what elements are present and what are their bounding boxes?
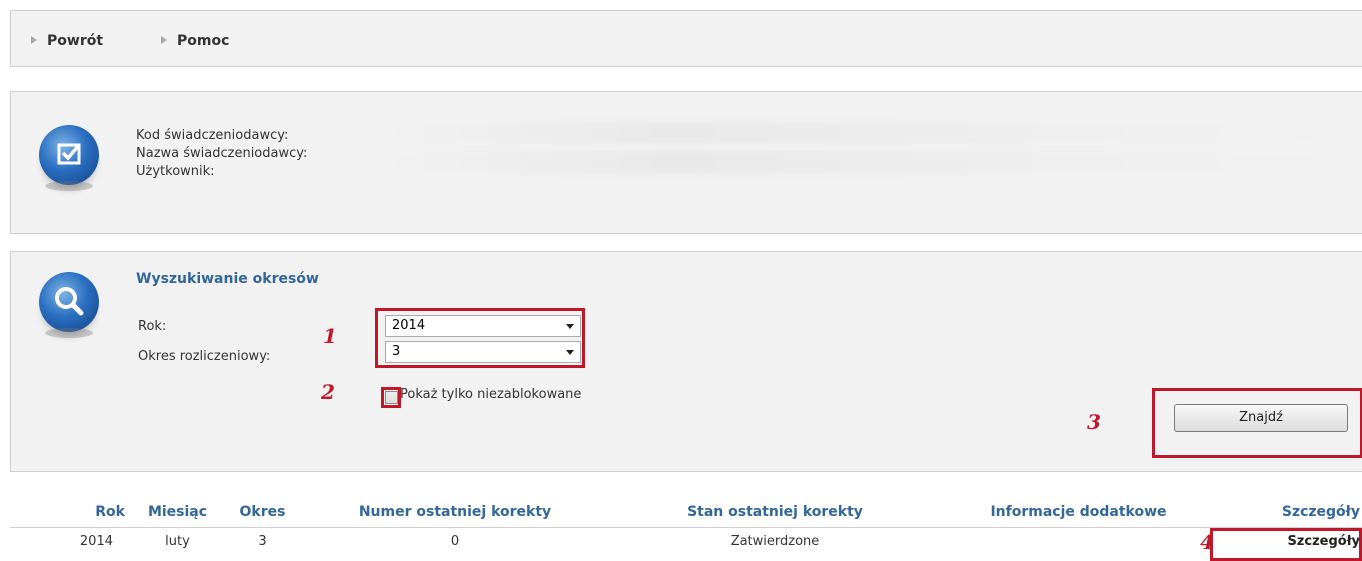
redacted-code	[381, 122, 1341, 144]
cell-additional-info: 4	[945, 527, 1212, 555]
col-header-month: Miesiąc	[135, 497, 220, 527]
col-header-additional-info: Informacje dodatkowe	[945, 497, 1212, 527]
cell-year: 2014	[10, 527, 135, 555]
chevron-down-icon	[566, 350, 574, 355]
find-button[interactable]: Znajdź	[1174, 404, 1348, 432]
unlocked-only-checkbox[interactable]	[385, 391, 398, 404]
results-table: Rok Miesiąc Okres Numer ostatniej korekt…	[10, 497, 1362, 555]
highlight-box-4	[1210, 528, 1362, 561]
redacted-name	[381, 150, 1341, 174]
nav-back-link[interactable]: Powrót	[31, 33, 103, 49]
search-panel: Wyszukiwanie okresów Rok: Okres rozlicze…	[10, 251, 1362, 472]
col-header-year: Rok	[10, 497, 135, 527]
arrow-right-icon	[31, 36, 37, 44]
search-title: Wyszukiwanie okresów	[136, 271, 319, 287]
period-select[interactable]: 3	[385, 341, 581, 363]
annotation-number-2: 2	[321, 380, 335, 404]
period-label: Okres rozliczeniowy:	[138, 349, 270, 364]
cell-month: luty	[135, 527, 220, 555]
year-label: Rok:	[138, 319, 166, 334]
checkbox-label: Pokaż tylko niezablokowane	[400, 387, 581, 402]
annotation-number-3: 3	[1087, 410, 1101, 434]
provider-info-panel: Kod świadczeniodawcy: Nazwa świadczeniod…	[10, 91, 1362, 234]
checklist-icon	[39, 125, 99, 185]
col-header-correction-status: Stan ostatniej korekty	[605, 497, 945, 527]
annotation-number-1: 1	[323, 324, 337, 348]
user-label: Użytkownik:	[136, 163, 215, 181]
arrow-right-icon	[161, 36, 167, 44]
magnifier-icon	[39, 272, 99, 332]
col-header-period: Okres	[220, 497, 305, 527]
cell-details: Szczegóły	[1212, 527, 1362, 555]
cell-correction-number: 0	[305, 527, 605, 555]
year-select[interactable]: 2014	[385, 315, 581, 337]
chevron-down-icon	[566, 324, 574, 329]
table-row: 2014 luty 3 0 Zatwierdzone 4 Szczegóły	[10, 527, 1362, 555]
col-header-correction-number: Numer ostatniej korekty	[305, 497, 605, 527]
nav-bar: Powrót Pomoc	[10, 10, 1362, 67]
provider-code-label: Kod świadczeniodawcy:	[136, 127, 288, 145]
provider-name-label: Nazwa świadczeniodawcy:	[136, 145, 307, 163]
cell-correction-status: Zatwierdzone	[605, 527, 945, 555]
table-header-row: Rok Miesiąc Okres Numer ostatniej korekt…	[10, 497, 1362, 527]
nav-help-link[interactable]: Pomoc	[161, 33, 229, 49]
cell-period: 3	[220, 527, 305, 555]
col-header-details: Szczegóły	[1212, 497, 1362, 527]
